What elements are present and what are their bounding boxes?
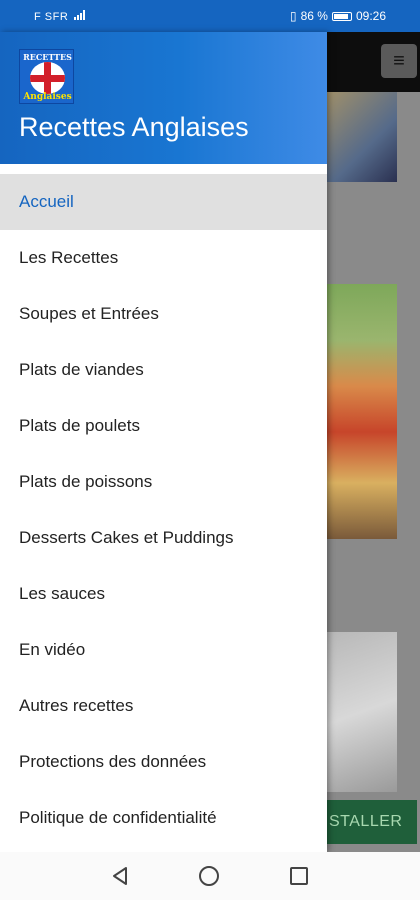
hamburger-icon[interactable]: ≡ (381, 44, 417, 78)
menu-item-sauces[interactable]: Les sauces (0, 566, 327, 622)
menu-item-confidentialite[interactable]: Politique de confidentialité (0, 790, 327, 846)
drawer-menu: Accueil Les Recettes Soupes et Entrées P… (0, 174, 327, 846)
app-logo: RECETTES Anglaises (19, 49, 74, 104)
menu-item-plats-poissons[interactable]: Plats de poissons (0, 454, 327, 510)
menu-item-plats-poulets[interactable]: Plats de poulets (0, 398, 327, 454)
install-button[interactable]: STALLER (327, 800, 417, 844)
drawer-header: RECETTES Anglaises Recettes Anglaises (0, 32, 327, 164)
carrier-label: F SFR (34, 11, 69, 23)
background-app: ≡ STALLER (327, 32, 420, 852)
logo-bottom-text: Anglaises (23, 92, 72, 102)
status-right: ▯ 86 % 09:26 (290, 9, 386, 23)
home-icon[interactable] (199, 866, 219, 886)
recipe-image (327, 92, 397, 182)
recipe-image (327, 284, 397, 539)
menu-item-soupes-entrees[interactable]: Soupes et Entrées (0, 286, 327, 342)
menu-item-autres-recettes[interactable]: Autres recettes (0, 678, 327, 734)
signal-icon (73, 10, 85, 20)
logo-top-text: RECETTES (23, 52, 72, 62)
battery-icon (331, 11, 352, 21)
battery-percent: 86 % (300, 9, 328, 23)
menu-item-plats-viandes[interactable]: Plats de viandes (0, 342, 327, 398)
england-flag-icon (30, 62, 65, 94)
recents-icon[interactable] (290, 867, 308, 885)
back-icon[interactable] (110, 866, 130, 886)
menu-item-video[interactable]: En vidéo (0, 622, 327, 678)
menu-item-les-recettes[interactable]: Les Recettes (0, 230, 327, 286)
clock: 09:26 (355, 9, 386, 23)
status-bar: F SFR ▯ 86 % 09:26 (0, 0, 420, 32)
navigation-drawer: RECETTES Anglaises Recettes Anglaises Ac… (0, 32, 327, 852)
app-title: Recettes Anglaises (19, 112, 249, 142)
menu-item-desserts[interactable]: Desserts Cakes et Puddings (0, 510, 327, 566)
recipe-image (327, 632, 397, 792)
system-nav-bar (0, 852, 420, 900)
vibrate-icon: ▯ (290, 9, 297, 23)
status-left: F SFR (34, 10, 85, 23)
background-toolbar: ≡ (327, 32, 420, 92)
menu-item-accueil[interactable]: Accueil (0, 174, 327, 230)
menu-item-protection-donnees[interactable]: Protections des données (0, 734, 327, 790)
